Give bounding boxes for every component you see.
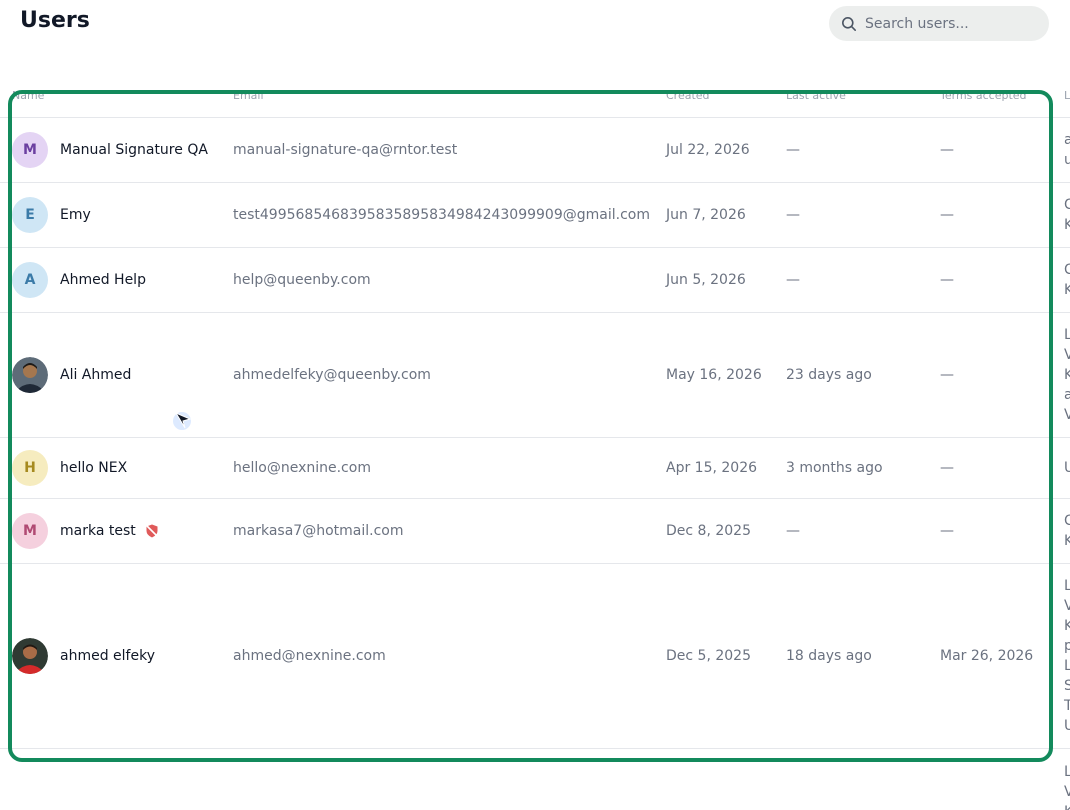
user-terms-accepted: —: [940, 523, 954, 539]
column-header-extra[interactable]: L: [1064, 89, 1070, 102]
user-created: May 16, 2026: [666, 367, 762, 383]
avatar: [12, 357, 48, 393]
search-icon: [842, 16, 856, 31]
avatar: M: [12, 132, 48, 168]
user-name: marka test: [60, 523, 136, 539]
user-last-active: 23 days ago: [786, 367, 872, 383]
avatar-initial: M: [12, 132, 48, 168]
user-terms-accepted: —: [940, 460, 954, 476]
user-created: Dec 5, 2025: [666, 648, 751, 664]
avatar: A: [12, 262, 48, 298]
table-row[interactable]: L V K: [0, 749, 1070, 810]
avatar-initial: H: [12, 450, 48, 486]
avatar: H: [12, 450, 48, 486]
user-name: ahmed elfeky: [60, 648, 155, 664]
column-header-created[interactable]: Created: [666, 89, 710, 102]
column-header-terms-accepted[interactable]: Terms accepted: [940, 89, 1027, 102]
user-email: manual-signature-qa@rntor.test: [233, 142, 458, 158]
user-created: Jun 7, 2026: [666, 207, 746, 223]
user-created: Jul 22, 2026: [666, 142, 750, 158]
users-table: Name Email Created Last active Terms acc…: [0, 80, 1070, 810]
avatar: [12, 638, 48, 674]
user-email: hello@nexnine.com: [233, 460, 371, 476]
user-last-active: —: [786, 207, 800, 223]
user-created: Apr 15, 2026: [666, 460, 758, 476]
user-last-active: —: [786, 272, 800, 288]
user-email: ahmed@nexnine.com: [233, 648, 386, 664]
user-terms-accepted: Mar 26, 2026: [940, 648, 1034, 664]
table-row[interactable]: Ali Ahmed ahmedelfeky@queenby.com May 16…: [0, 313, 1070, 438]
cursor-icon: [173, 411, 192, 430]
user-email: ahmedelfeky@queenby.com: [233, 367, 431, 383]
shield-off-icon: [146, 524, 158, 538]
user-extra: L V K p L S T U: [1064, 578, 1070, 734]
page-title: Users: [20, 8, 90, 33]
table-row[interactable]: H hello NEX hello@nexnine.com Apr 15, 20…: [0, 438, 1070, 499]
table-header: Name Email Created Last active Terms acc…: [0, 80, 1070, 118]
search-input[interactable]: [865, 15, 1035, 32]
avatar-photo: [12, 357, 48, 393]
user-name: hello NEX: [60, 460, 128, 476]
user-extra: C K: [1064, 197, 1070, 233]
users-page: Users Name Email Created Last active Ter…: [0, 0, 1070, 810]
user-email: markasa7@hotmail.com: [233, 523, 404, 539]
user-name: Ali Ahmed: [60, 367, 132, 383]
user-extra: U: [1064, 460, 1070, 476]
column-header-last-active[interactable]: Last active: [786, 89, 846, 102]
user-created: Jun 5, 2026: [666, 272, 746, 288]
avatar-initial: A: [12, 262, 48, 298]
user-last-active: —: [786, 523, 800, 539]
table-row[interactable]: M marka test markasa7@hotmail.com Dec 8,…: [0, 499, 1070, 564]
user-terms-accepted: —: [940, 142, 954, 158]
user-last-active: —: [786, 142, 800, 158]
user-email: help@queenby.com: [233, 272, 371, 288]
search-box[interactable]: [829, 6, 1049, 41]
user-last-active: 3 months ago: [786, 460, 883, 476]
avatar-photo: [12, 638, 48, 674]
table-row[interactable]: A Ahmed Help help@queenby.com Jun 5, 202…: [0, 248, 1070, 313]
user-extra: C K: [1064, 513, 1070, 549]
user-name: Ahmed Help: [60, 272, 146, 288]
user-terms-accepted: —: [940, 367, 954, 383]
avatar-initial: E: [12, 197, 48, 233]
user-extra: L V K a V: [1064, 327, 1070, 423]
user-terms-accepted: —: [940, 272, 954, 288]
table-row[interactable]: M Manual Signature QA manual-signature-q…: [0, 118, 1070, 183]
column-header-email[interactable]: Email: [233, 89, 264, 102]
table-row[interactable]: ahmed elfeky ahmed@nexnine.com Dec 5, 20…: [0, 564, 1070, 749]
user-terms-accepted: —: [940, 207, 954, 223]
user-created: Dec 8, 2025: [666, 523, 751, 539]
avatar-initial: M: [12, 513, 48, 549]
user-name: Manual Signature QA: [60, 142, 208, 158]
column-header-name[interactable]: Name: [12, 89, 44, 102]
user-name: Emy: [60, 207, 91, 223]
table-row[interactable]: E Emy test499568546839583589583498424309…: [0, 183, 1070, 248]
user-email: test4995685468395835895834984243099909@g…: [233, 207, 650, 223]
avatar: M: [12, 513, 48, 549]
avatar: E: [12, 197, 48, 233]
user-extra: a u: [1064, 132, 1070, 168]
user-extra: L V K: [1064, 764, 1070, 810]
user-extra: C K: [1064, 262, 1070, 298]
user-last-active: 18 days ago: [786, 648, 872, 664]
